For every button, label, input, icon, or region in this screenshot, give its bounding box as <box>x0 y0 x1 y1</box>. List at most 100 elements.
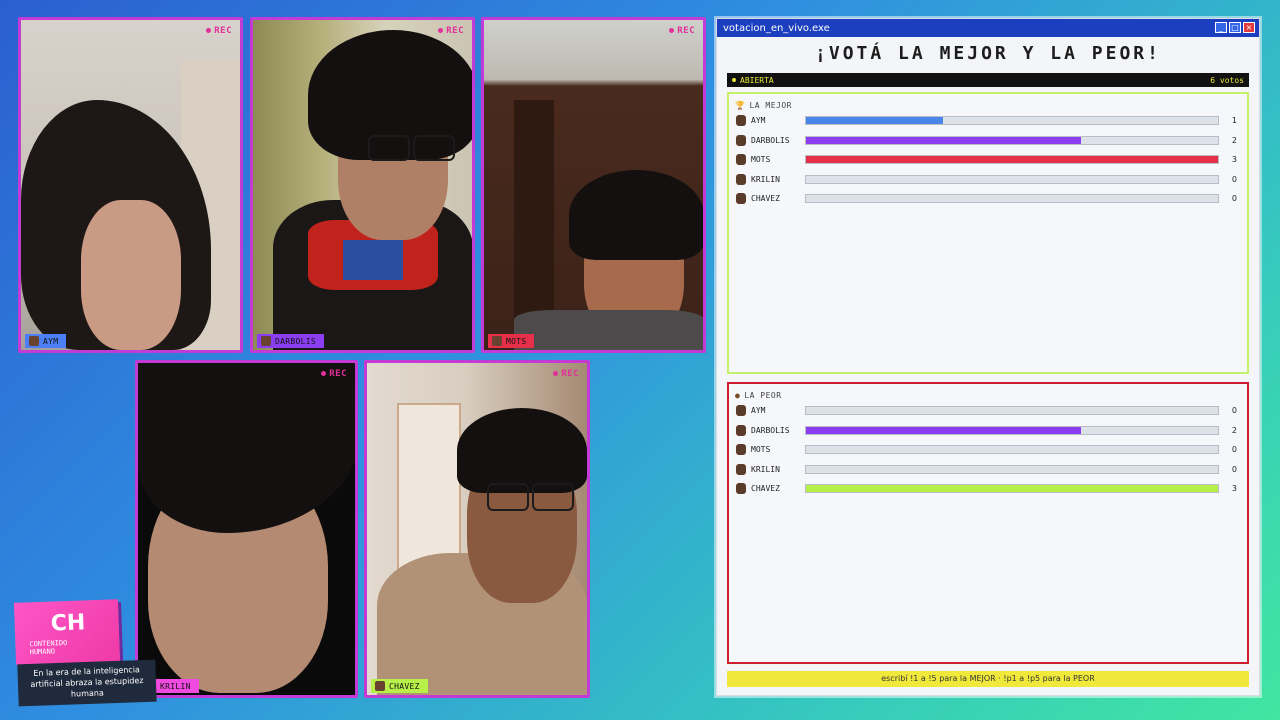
instructions-footer: escribí !1 a !5 para la MEJOR · !p1 a !p… <box>727 671 1249 687</box>
maximize-icon[interactable]: □ <box>1229 22 1241 33</box>
voting-window: votacion_en_vivo.exe _ □ × ¡VOTÁ LA MEJO… <box>716 18 1260 696</box>
vote-bar-track <box>805 425 1219 435</box>
avatar-icon <box>736 173 746 185</box>
poll-status-bar: ABIERTA 6 votos <box>727 73 1249 87</box>
video-feed <box>138 363 355 695</box>
worst-row: AYM 0 <box>729 401 1247 421</box>
avatar-icon <box>492 336 502 346</box>
candidate-name: KRILIN <box>751 174 780 184</box>
worst-row: MOTS 0 <box>729 440 1247 460</box>
vote-bar-fill <box>806 136 1081 144</box>
close-icon[interactable]: × <box>1243 22 1255 33</box>
candidate-name: KRILIN <box>751 464 780 474</box>
participant-name: DARBOLIS <box>275 336 316 346</box>
avatar-icon <box>736 483 746 495</box>
logo-sub2: HUMANO <box>29 647 56 657</box>
participant-tag: DARBOLIS <box>257 334 324 348</box>
best-row: AYM 1 <box>729 111 1247 131</box>
participant-tag: MOTS <box>488 334 535 348</box>
avatar-icon <box>736 405 746 417</box>
vote-bar-track <box>805 174 1219 184</box>
worst-row: DARBOLIS 2 <box>729 421 1247 441</box>
participant-name: CHAVEZ <box>389 681 420 691</box>
vote-bar-track <box>805 135 1219 145</box>
vote-count-value: 3 <box>1231 155 1237 165</box>
worst-panel-title: ● LA PEOR <box>735 389 1247 401</box>
vote-bar-track <box>805 484 1219 494</box>
minimize-icon[interactable]: _ <box>1215 22 1227 33</box>
best-row: CHAVEZ 0 <box>729 189 1247 209</box>
vote-count: 6 votos <box>1210 75 1244 85</box>
video-tile-darbolis[interactable]: REC DARBOLIS <box>250 17 475 353</box>
avatar-icon <box>736 193 746 205</box>
trophy-icon: 🏆 <box>735 100 746 110</box>
status-dot-icon <box>732 78 736 82</box>
vote-bar-track <box>805 445 1219 455</box>
poop-icon: ● <box>735 390 741 400</box>
best-panel: 🏆 LA MEJOR AYM 1 DARBOLIS 2 MOTS 3 KRILIN 0 CHAV… <box>727 92 1249 374</box>
rec-indicator: REC <box>553 369 579 379</box>
best-panel-title: 🏆 LA MEJOR <box>735 99 1247 111</box>
best-row: DARBOLIS 2 <box>729 131 1247 151</box>
best-title-text: LA MEJOR <box>749 100 792 110</box>
vote-bar-fill <box>806 426 1081 434</box>
vote-count-value: 1 <box>1231 116 1237 126</box>
rec-indicator: REC <box>321 369 347 379</box>
vote-bar-track <box>805 464 1219 474</box>
candidate-name: AYM <box>751 406 766 416</box>
vote-count-value: 0 <box>1231 464 1237 474</box>
avatar-icon <box>736 115 746 127</box>
window-title: votacion_en_vivo.exe <box>723 22 830 34</box>
candidate-name: AYM <box>751 116 766 126</box>
rec-indicator: REC <box>438 26 464 36</box>
video-feed <box>484 20 703 350</box>
video-feed <box>367 363 587 695</box>
candidate-name: MOTS <box>751 155 771 165</box>
candidate-name: CHAVEZ <box>751 194 780 204</box>
participant-tag: CHAVEZ <box>371 679 428 693</box>
candidate-name: DARBOLIS <box>751 425 790 435</box>
avatar-icon <box>261 336 271 346</box>
video-tile-mots[interactable]: REC MOTS <box>481 17 706 353</box>
worst-title-text: LA PEOR <box>744 390 782 400</box>
poll-status: ABIERTA <box>740 75 774 85</box>
avatar-icon <box>736 424 746 436</box>
vote-bar-fill <box>806 485 1218 493</box>
worst-panel: ● LA PEOR AYM 0 DARBOLIS 2 MOTS 0 KRILIN 0 CHAVE… <box>727 382 1249 664</box>
rec-indicator: REC <box>206 26 232 36</box>
avatar-icon <box>736 134 746 146</box>
avatar-icon <box>736 154 746 166</box>
vote-bar-fill <box>806 117 944 125</box>
vote-bar-track <box>805 406 1219 416</box>
vote-count-value: 0 <box>1231 194 1237 204</box>
video-tile-chavez[interactable]: REC CHAVEZ <box>364 360 590 698</box>
vote-count-value: 2 <box>1231 135 1237 145</box>
participant-name: AYM <box>43 336 59 346</box>
avatar-icon <box>736 444 746 456</box>
candidate-name: DARBOLIS <box>751 135 790 145</box>
window-titlebar[interactable]: votacion_en_vivo.exe _ □ × <box>717 19 1259 37</box>
video-tile-krilin[interactable]: REC KRILIN <box>135 360 358 698</box>
avatar-icon <box>736 463 746 475</box>
candidate-name: MOTS <box>751 445 771 455</box>
candidate-name: CHAVEZ <box>751 484 780 494</box>
rec-indicator: REC <box>669 26 695 36</box>
best-row: KRILIN 0 <box>729 170 1247 190</box>
avatar-icon <box>29 336 39 346</box>
vote-count-value: 0 <box>1231 445 1237 455</box>
worst-row: CHAVEZ 3 <box>729 479 1247 499</box>
worst-row: KRILIN 0 <box>729 460 1247 480</box>
poll-headline: ¡VOTÁ LA MEJOR Y LA PEOR! <box>815 43 1161 64</box>
logo-subtitle: CONTENIDO HUMANO <box>29 639 67 656</box>
best-row: MOTS 3 <box>729 150 1247 170</box>
video-feed <box>21 20 240 350</box>
vote-bar-fill <box>806 156 1218 164</box>
vote-bar-track <box>805 116 1219 126</box>
vote-bar-track <box>805 155 1219 165</box>
video-tile-aym[interactable]: REC AYM <box>18 17 243 353</box>
logo-mark: CH <box>50 610 86 637</box>
channel-tagline: En la era de la inteligencia artificial … <box>17 659 157 707</box>
vote-bar-track <box>805 194 1219 204</box>
participant-name: KRILIN <box>160 681 191 691</box>
vote-count-value: 0 <box>1231 174 1237 184</box>
